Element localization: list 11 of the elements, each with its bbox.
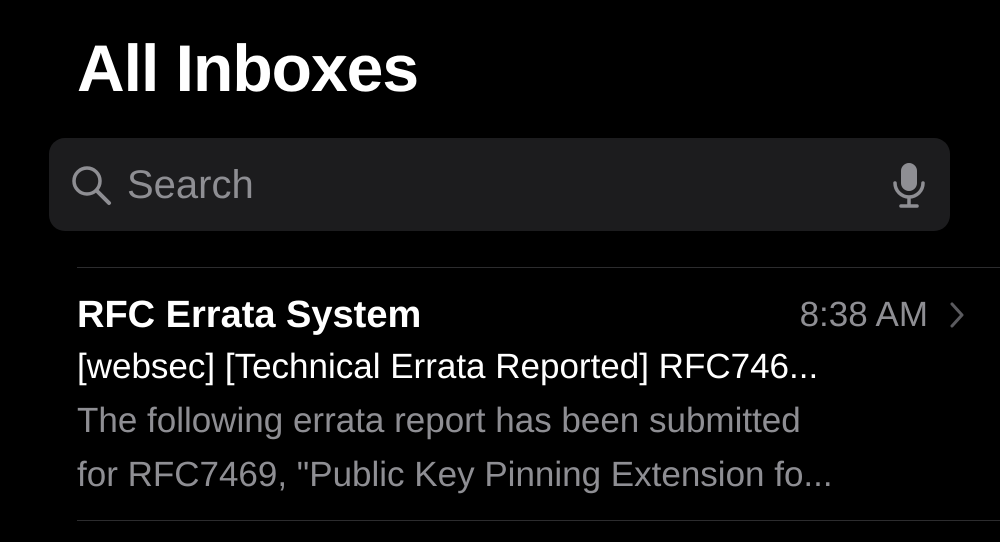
page-title: All Inboxes bbox=[77, 31, 418, 105]
message-preview: The following errata report has been submitted bbox=[77, 400, 802, 442]
message-time: 8:38 AM bbox=[800, 294, 928, 336]
message-subject: [websec] [Technical Errata Reported] RFC746... bbox=[77, 346, 820, 388]
chevron-icon bbox=[950, 302, 964, 328]
microphone-icon[interactable] bbox=[892, 160, 926, 208]
search-input[interactable]: Search bbox=[127, 154, 892, 214]
message-preview: for RFC7469, "Public Key Pinning Extension fo... bbox=[77, 454, 834, 496]
search-field[interactable]: Search bbox=[49, 138, 950, 231]
sender-name: RFC Errata System bbox=[77, 293, 422, 338]
message-row[interactable]: RFC Errata System 8:38 AM [websec] [Technical Errata Reported] RFC746... The following errata report has been submitted for RFC7469, "Public Key Pinning Extension fo... bbox=[77, 268, 1000, 521]
